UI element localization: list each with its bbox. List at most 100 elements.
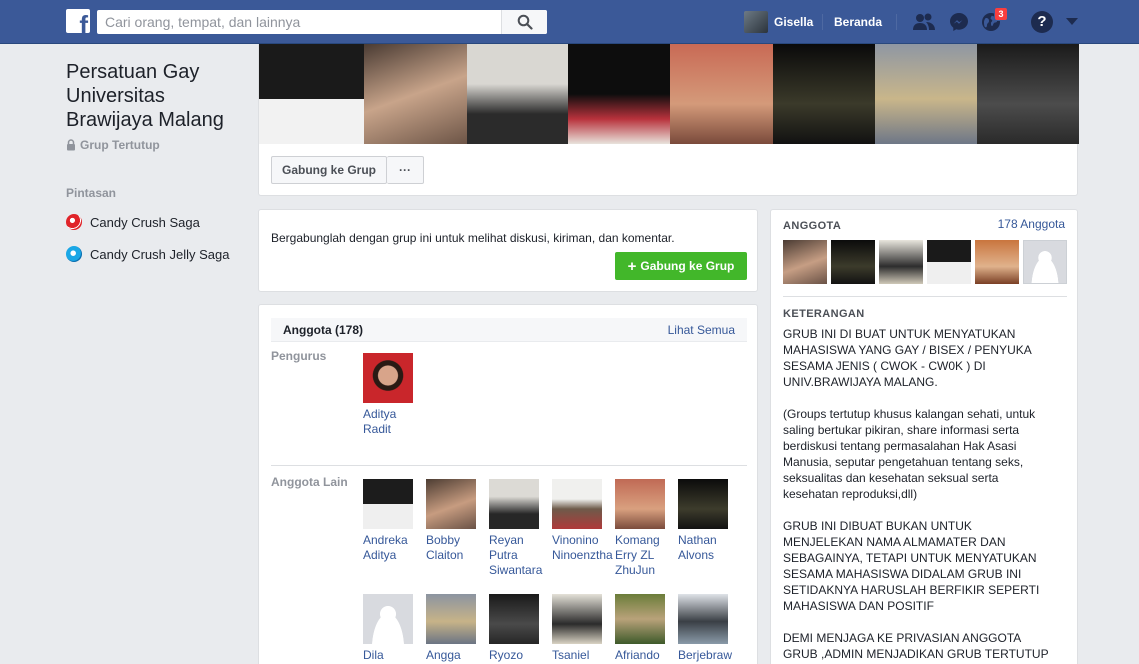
member-item[interactable]: Komang Erry ZL ZhuJun (615, 479, 671, 578)
member-name: Reyan Putra Siwantara (489, 533, 543, 577)
user-name: Gisella (774, 15, 814, 29)
messenger-icon[interactable] (947, 11, 971, 33)
member-name: Nathan Alvons (678, 533, 717, 562)
member-name: Ryozo (489, 648, 524, 662)
member-name: Berjebraw (678, 648, 733, 662)
join-group-primary-button[interactable]: + Gabung ke Grup (615, 252, 747, 280)
friend-requests-icon[interactable] (912, 11, 936, 33)
section-divider (783, 296, 1067, 297)
home-link[interactable]: Beranda (834, 15, 882, 29)
member-photo (552, 594, 602, 644)
candy-crush-icon (66, 214, 82, 230)
member-item[interactable]: Ryozo (489, 594, 545, 663)
members-title: Anggota (178) (283, 323, 364, 337)
group-description: GRUB INI DI BUAT UNTUK MENYATUKAN MAHASI… (783, 327, 1049, 664)
lock-icon (67, 139, 75, 151)
nav-divider (822, 14, 823, 30)
cover-photo (364, 44, 467, 144)
group-cover: Gabung ke Grup ··· (258, 44, 1079, 196)
admins-label: Pengurus (271, 349, 327, 363)
members-card: Anggota (178) Lihat Semua Pengurus Adity… (258, 304, 758, 664)
member-photo (615, 594, 665, 644)
member-photo (489, 594, 539, 644)
description-heading: KETERANGAN (783, 308, 865, 320)
nav-divider (896, 14, 897, 30)
member-name: Afriando (615, 648, 660, 662)
more-options-button[interactable]: ··· (387, 156, 424, 184)
member-name: Andreka Aditya (363, 533, 408, 562)
cover-photo (259, 44, 364, 144)
member-item[interactable]: Nathan Alvons (678, 479, 734, 563)
member-thumbnail[interactable] (975, 240, 1019, 284)
shortcut-candy-crush-saga[interactable]: Candy Crush Saga (66, 212, 246, 232)
member-photo (552, 479, 602, 529)
member-item[interactable]: Tsaniel (552, 594, 608, 663)
left-sidebar: Persatuan Gay Universitas Brawijaya Mala… (66, 60, 246, 264)
help-icon[interactable]: ? (1031, 11, 1053, 33)
cover-photo (773, 44, 875, 144)
member-photo (615, 479, 665, 529)
user-avatar (744, 11, 768, 33)
account-menu-chevron-down-icon[interactable] (1066, 18, 1078, 25)
member-photo (363, 353, 413, 403)
shortcut-candy-crush-jelly-saga[interactable]: Candy Crush Jelly Saga (66, 244, 246, 264)
member-photo (426, 479, 476, 529)
default-avatar-icon (363, 594, 413, 644)
member-item[interactable]: Afriando (615, 594, 671, 663)
member-admin[interactable]: Aditya Radit (363, 353, 419, 437)
cover-photo (670, 44, 773, 144)
member-item[interactable]: Andreka Aditya (363, 479, 419, 563)
search-input[interactable] (97, 11, 501, 33)
search-box (97, 10, 547, 34)
profile-link[interactable]: Gisella (744, 11, 813, 33)
cover-photo-collage (259, 44, 1079, 144)
member-photo (489, 479, 539, 529)
shortcut-label: Candy Crush Saga (90, 214, 200, 230)
facebook-logo-icon[interactable]: f (66, 9, 90, 33)
members-count-link[interactable]: 178 Anggota (998, 217, 1065, 231)
member-photo (363, 479, 413, 529)
member-thumbnail[interactable] (927, 240, 971, 284)
member-name: Tsaniel (552, 648, 590, 662)
cover-photo (467, 44, 568, 144)
section-divider (271, 465, 747, 466)
join-prompt-card: Bergabunglah dengan grup ini untuk melih… (258, 209, 758, 292)
search-icon (517, 14, 533, 30)
candy-crush-jelly-icon (66, 246, 82, 262)
member-photo (678, 594, 728, 644)
member-name: Vinonino Ninoenztha (552, 533, 613, 562)
cover-photo (875, 44, 977, 144)
cover-photo (568, 44, 670, 144)
default-avatar-icon[interactable] (1023, 240, 1067, 284)
group-title[interactable]: Persatuan Gay Universitas Brawijaya Mala… (66, 60, 246, 132)
member-name: Bobby Claiton (426, 533, 464, 562)
join-group-primary-label: Gabung ke Grup (640, 259, 735, 273)
members-section-heading: ANGGOTA (783, 220, 842, 232)
member-item[interactable]: Bobby Claiton (426, 479, 482, 563)
member-item[interactable]: Dila (363, 594, 419, 663)
member-item[interactable]: Angga (426, 594, 482, 663)
member-thumbnail[interactable] (783, 240, 827, 284)
member-item[interactable]: Berjebraw (678, 594, 734, 663)
shortcuts-heading: Pintasan (66, 186, 117, 200)
members-header: Anggota (178) Lihat Semua (271, 318, 747, 342)
member-thumbnail[interactable] (879, 240, 923, 284)
shortcut-label: Candy Crush Jelly Saga (90, 246, 230, 262)
other-members-label: Anggota Lain (271, 475, 348, 489)
see-all-members-link[interactable]: Lihat Semua (668, 323, 735, 337)
notification-badge: 3 (994, 7, 1008, 21)
plus-icon: + (627, 257, 637, 275)
member-name: Dila (363, 648, 384, 662)
right-sidebar-card: ANGGOTA 178 Anggota KETERANGAN GRUB INI … (770, 209, 1078, 664)
member-item[interactable]: Reyan Putra Siwantara (489, 479, 545, 578)
group-privacy-label: Grup Tertutup (66, 138, 246, 152)
member-photo (678, 479, 728, 529)
member-item[interactable]: Vinonino Ninoenztha (552, 479, 613, 563)
join-group-button[interactable]: Gabung ke Grup (271, 156, 387, 184)
member-name: Komang Erry ZL ZhuJun (615, 533, 660, 577)
top-navigation-bar: f Gisella Beranda 3 ? (0, 0, 1139, 44)
cover-photo (977, 44, 1079, 144)
search-button[interactable] (501, 10, 547, 34)
member-name: Angga (426, 648, 461, 662)
member-thumbnail[interactable] (831, 240, 875, 284)
